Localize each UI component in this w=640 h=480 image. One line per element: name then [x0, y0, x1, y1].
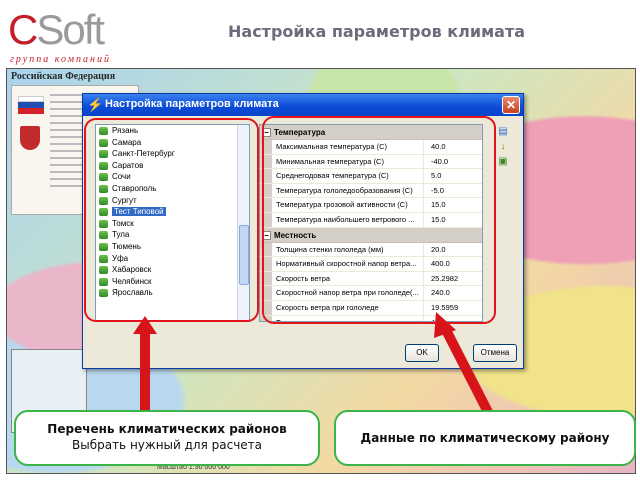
slide-title: Настройка параметров климата — [228, 22, 526, 41]
russia-flag-icon — [18, 96, 44, 114]
arrow-left-shaft — [140, 330, 150, 416]
ok-button[interactable]: OK — [405, 344, 439, 362]
grid-highlight-frame — [262, 116, 496, 324]
cancel-button[interactable]: Отмена — [473, 344, 517, 362]
properties-icon[interactable]: ▣ — [497, 156, 509, 168]
callout-region-data: Данные по климатическому району — [334, 410, 636, 466]
categorized-icon[interactable]: ▤ — [497, 126, 509, 138]
close-button[interactable]: ✕ — [502, 96, 520, 114]
close-icon: ✕ — [505, 98, 517, 112]
map-title: Российская Федерация — [11, 71, 116, 82]
callout-right-title: Данные по климатическому району — [360, 431, 610, 445]
logo-subtitle: группа компаний — [10, 54, 111, 65]
coat-of-arms-icon — [20, 126, 40, 150]
logo-letter-c: C — [8, 6, 38, 53]
callout-left-title: Перечень климатических районов — [47, 422, 287, 436]
list-highlight-frame — [84, 118, 259, 322]
alphabetical-icon[interactable]: ↓ — [497, 141, 509, 153]
callout-left-subtitle: Выбрать нужный для расчета — [71, 438, 263, 452]
logo-text: Soft — [36, 6, 105, 53]
csoft-logo: CSoft группа компаний — [8, 6, 118, 70]
callout-region-list: Перечень климатических районов Выбрать н… — [14, 410, 320, 466]
grid-toolbar: ▤ ↓ ▣ — [497, 126, 511, 171]
dialog-titlebar[interactable]: ⚡ Настройка параметров климата ✕ — [83, 94, 523, 116]
dialog-title: Настройка параметров климата — [105, 98, 279, 110]
lightning-icon: ⚡ — [87, 97, 104, 112]
